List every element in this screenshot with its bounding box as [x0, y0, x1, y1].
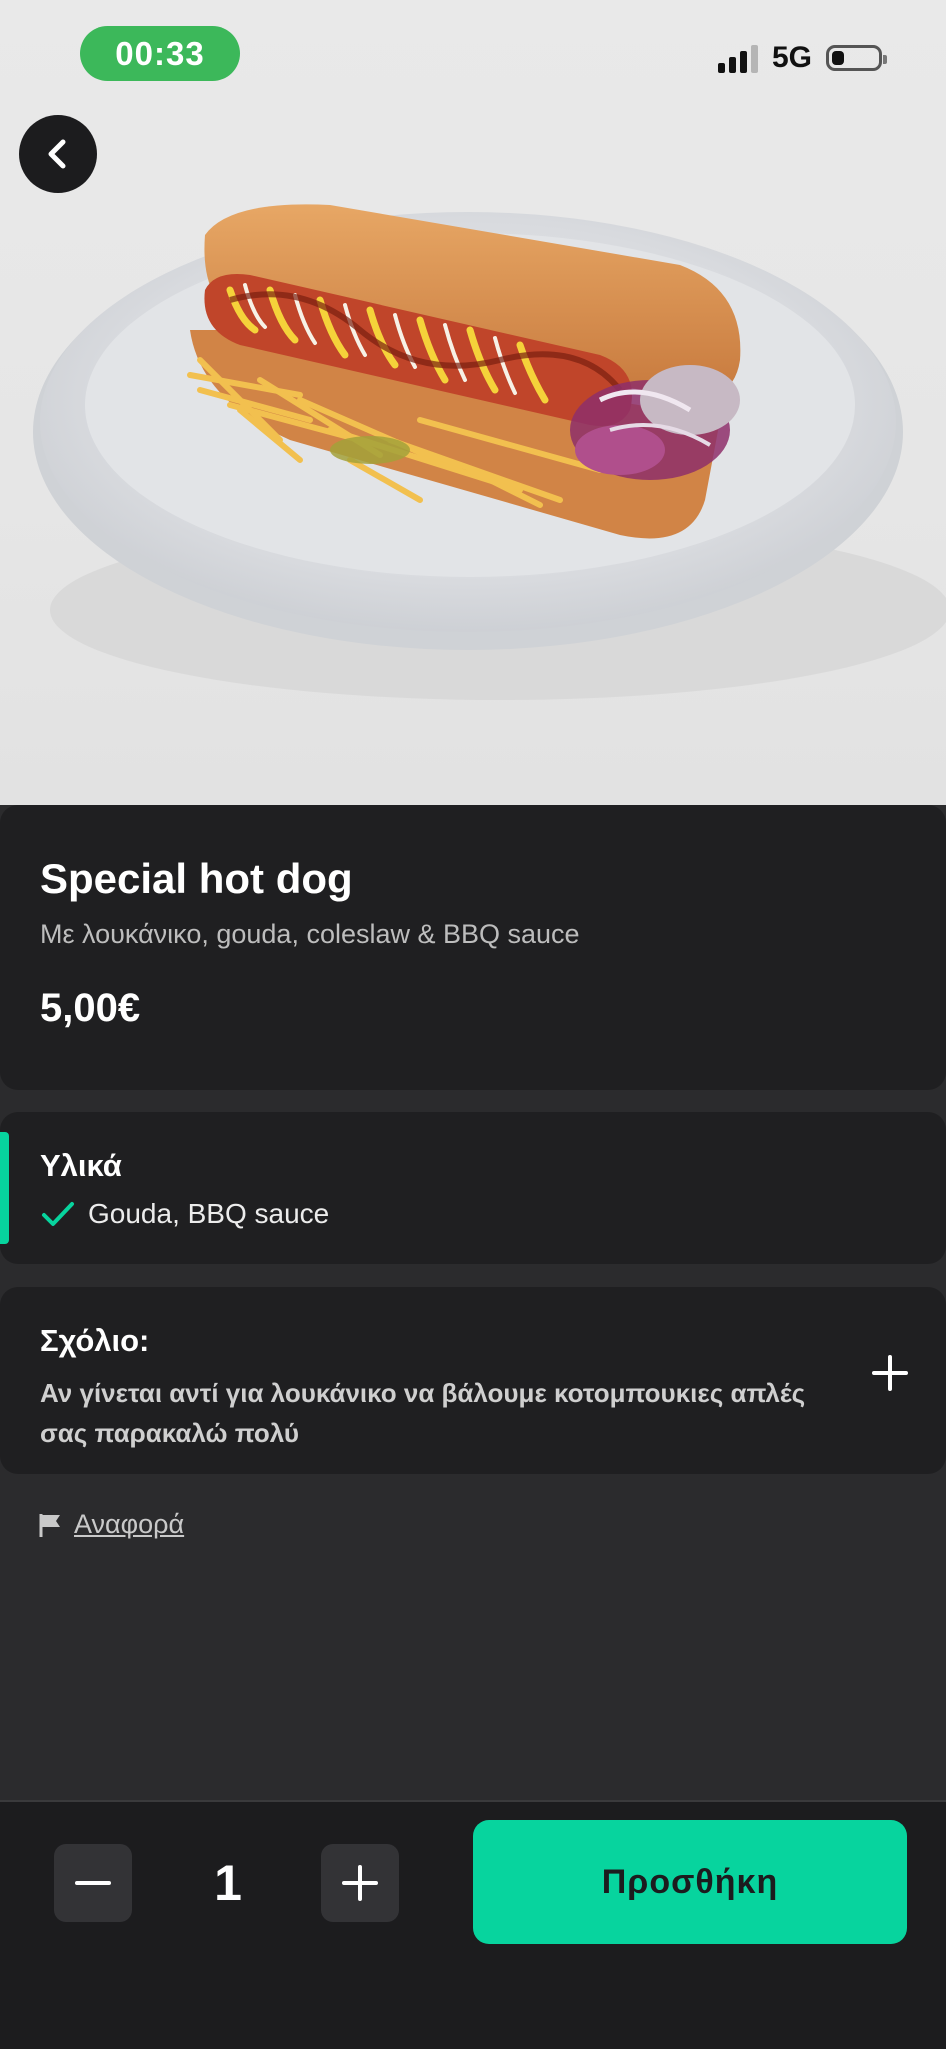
quantity-value: 1 — [214, 1855, 242, 1911]
plus-icon — [342, 1865, 378, 1901]
product-price: 5,00€ — [40, 986, 141, 1030]
add-comment-plus-icon[interactable] — [870, 1353, 910, 1393]
product-info-card: Special hot dog Με λουκάνικο, gouda, col… — [0, 805, 946, 1090]
selection-accent — [0, 1132, 9, 1244]
status-time: 00:33 — [80, 26, 240, 81]
product-description: Με λουκάνικο, gouda, coleslaw & BBQ sauc… — [40, 919, 580, 949]
ingredients-card[interactable]: Υλικά Gouda, BBQ sauce — [0, 1112, 946, 1264]
signal-icon — [717, 43, 758, 73]
comment-text: Αν γίνεται αντί για λουκάνικο να βάλουμε… — [40, 1378, 806, 1448]
product-image-area: 00:33 5G — [0, 0, 946, 805]
bottom-action-bar: 1 Προσθήκη — [0, 1800, 946, 2049]
status-icons: 5G — [717, 38, 887, 78]
product-image — [33, 204, 946, 700]
ingredients-heading: Υλικά — [40, 1148, 122, 1183]
comment-heading: Σχόλιο: — [40, 1323, 150, 1358]
report-label: Αναφορά — [74, 1509, 185, 1539]
product-title: Special hot dog — [40, 855, 353, 902]
minus-icon — [75, 1881, 111, 1885]
comment-card[interactable]: Σχόλιο: Αν γίνεται αντί για λουκάνικο να… — [0, 1287, 946, 1474]
network-label: 5G — [771, 41, 812, 74]
add-to-cart-button[interactable]: Προσθήκη — [473, 1820, 907, 1944]
back-button[interactable] — [19, 115, 97, 193]
chevron-left-icon — [48, 139, 66, 169]
increase-quantity-button[interactable] — [321, 1844, 399, 1922]
check-icon — [42, 1202, 74, 1226]
flag-icon — [39, 1513, 60, 1537]
ingredients-selected: Gouda, BBQ sauce — [40, 1198, 906, 1230]
ingredients-selected-text: Gouda, BBQ sauce — [88, 1198, 330, 1229]
battery-icon — [826, 45, 887, 71]
report-link[interactable]: Αναφορά — [38, 1509, 184, 1540]
decrease-quantity-button[interactable] — [54, 1844, 132, 1922]
